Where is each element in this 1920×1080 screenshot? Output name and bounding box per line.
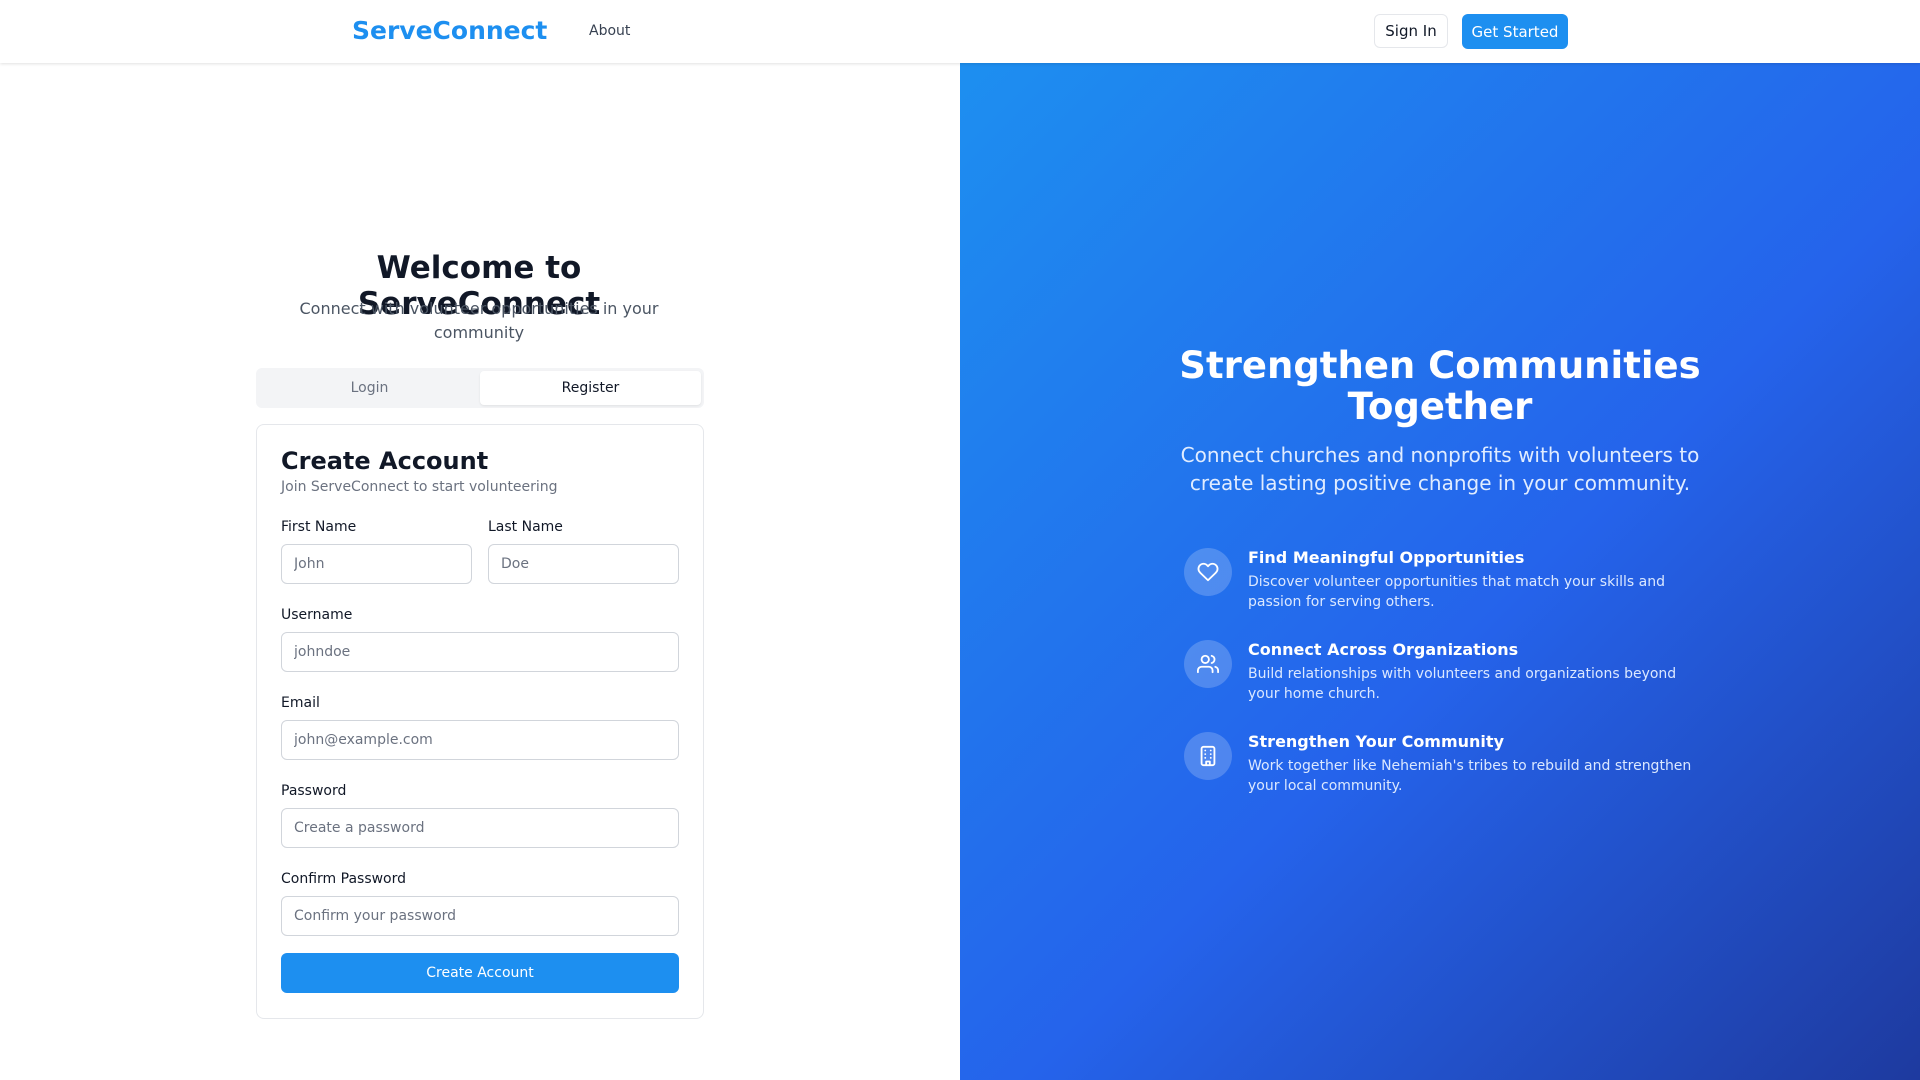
password-label: Password [281, 783, 347, 799]
last-name-label: Last Name [488, 519, 563, 535]
first-name-label: First Name [281, 519, 357, 535]
username-label: Username [281, 607, 353, 623]
auth-panel: Welcome to ServeConnect Connect with vol… [0, 63, 960, 1080]
last-name-input[interactable] [488, 544, 679, 584]
auth-tabs: Login Register [256, 368, 704, 408]
sign-in-button[interactable]: Sign In [1374, 14, 1448, 48]
register-card: Create Account Join ServeConnect to star… [256, 424, 704, 1019]
tab-register[interactable]: Register [480, 371, 701, 405]
confirm-password-input[interactable] [281, 896, 679, 936]
feature-description: Work together like Nehemiah's tribes to … [1248, 758, 1692, 794]
create-account-button[interactable]: Create Account [281, 953, 679, 993]
confirm-password-label: Confirm Password [281, 871, 407, 887]
card-subtitle: Join ServeConnect to start volunteering [281, 479, 558, 495]
feature-title: Connect Across Organizations [1248, 640, 1519, 659]
get-started-button[interactable]: Get Started [1462, 14, 1568, 49]
feature-item: Connect Across Organizations Build relat… [1184, 640, 1724, 710]
hero-subtitle: Connect churches and nonprofits with vol… [1180, 443, 1700, 495]
top-header: ServeConnect About Sign In Get Started [0, 0, 1920, 63]
feature-item: Find Meaningful Opportunities Discover v… [1184, 548, 1724, 618]
first-name-input[interactable] [281, 544, 472, 584]
username-input[interactable] [281, 632, 679, 672]
heart-icon [1184, 548, 1232, 596]
building-icon [1184, 732, 1232, 780]
welcome-subtitle: Connect with volunteer opportunities in … [299, 299, 659, 342]
nav-link-about[interactable]: About [589, 23, 630, 39]
password-input[interactable] [281, 808, 679, 848]
hero-panel: Strengthen Communities Together Connect … [960, 63, 1920, 1080]
feature-title: Find Meaningful Opportunities [1248, 548, 1525, 567]
brand-logo[interactable]: ServeConnect [352, 16, 547, 45]
feature-item: Strengthen Your Community Work together … [1184, 732, 1724, 802]
email-input[interactable] [281, 720, 679, 760]
hero-title: Strengthen Communities Together [1179, 344, 1701, 428]
email-label: Email [281, 695, 320, 711]
feature-description: Discover volunteer opportunities that ma… [1248, 574, 1665, 610]
tab-login[interactable]: Login [259, 371, 480, 405]
card-title: Create Account [281, 447, 489, 475]
feature-title: Strengthen Your Community [1248, 732, 1504, 751]
users-icon [1184, 640, 1232, 688]
feature-description: Build relationships with volunteers and … [1248, 666, 1677, 702]
